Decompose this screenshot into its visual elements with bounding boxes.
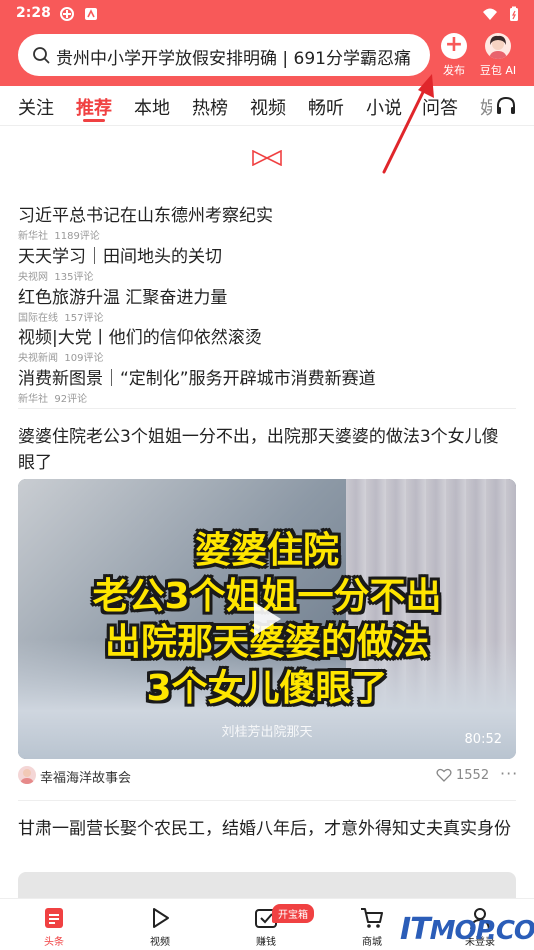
headline-title: 习近平总书记在山东德州考察纪实 bbox=[18, 206, 273, 226]
nav-label: 头条 bbox=[44, 937, 64, 948]
active-tab-indicator bbox=[83, 119, 105, 122]
watermark-logo: ITMOP.COM bbox=[400, 912, 534, 947]
doubao-label: 豆包 AI bbox=[479, 64, 517, 77]
video-caption-line: 婆婆住院 bbox=[194, 530, 339, 571]
doubao-avatar-icon bbox=[485, 33, 511, 59]
video-thumbnail[interactable]: 婆婆住院 老公3个姐姐一分不出 出院那天婆婆的做法 3个女儿傻眼了 刘桂芳出院那… bbox=[18, 479, 516, 759]
article-title[interactable]: 婆婆住院老公3个姐姐一分不出，出院那天婆婆的做法3个女儿傻眼了 bbox=[18, 424, 514, 476]
search-placeholder: 贵州中小学开学放假安排明确 | 691分学霸忍痛 bbox=[56, 49, 411, 69]
treasure-badge[interactable]: 开宝箱 bbox=[272, 904, 314, 923]
doubao-ai-button[interactable]: 豆包 AI bbox=[478, 33, 518, 79]
app-notification-icon bbox=[85, 8, 97, 20]
like-count: 1552 bbox=[456, 768, 490, 783]
tab-follow[interactable]: 关注 bbox=[18, 94, 54, 120]
tab-local[interactable]: 本地 bbox=[134, 94, 170, 120]
divider bbox=[18, 800, 516, 801]
plus-icon: + bbox=[441, 33, 467, 59]
tab-listen[interactable]: 畅听 bbox=[308, 94, 344, 120]
more-icon[interactable]: ··· bbox=[500, 764, 518, 783]
headline-item[interactable]: 消费新图景｜“定制化”服务开辟城市消费新赛道 新华社 92评论 bbox=[18, 364, 518, 405]
video-caption-line: 3个女儿傻眼了 bbox=[146, 668, 388, 709]
article-author-row: 幸福海洋故事会 1552 ··· bbox=[18, 764, 518, 786]
headphone-icon[interactable] bbox=[494, 94, 518, 118]
headline-meta: 新华社 1189评论 bbox=[18, 231, 100, 242]
publish-button[interactable]: + 发布 bbox=[434, 33, 474, 79]
headline-title: 视频|大党丨他们的信仰依然滚烫 bbox=[18, 328, 262, 348]
nav-label: 视频 bbox=[150, 937, 170, 948]
tab-entertainment[interactable]: 娱 bbox=[480, 94, 492, 120]
headline-meta: 新华社 92评论 bbox=[18, 394, 88, 405]
status-bar: 2:28 bbox=[0, 0, 534, 28]
author-name[interactable]: 幸福海洋故事会 bbox=[40, 767, 131, 786]
headline-item[interactable]: 红色旅游升温 汇聚奋进力量 国际在线 157评论 bbox=[18, 283, 518, 324]
author-avatar[interactable] bbox=[18, 766, 36, 784]
divider bbox=[18, 408, 516, 409]
tab-qa[interactable]: 问答 bbox=[422, 94, 458, 120]
home-icon bbox=[45, 908, 63, 928]
publish-label: 发布 bbox=[443, 64, 465, 77]
headline-title: 红色旅游升温 汇聚奋进力量 bbox=[18, 288, 228, 308]
tab-hot-list[interactable]: 热榜 bbox=[192, 94, 228, 120]
article-title[interactable]: 甘肃一副营长娶个农民工，结婚八年后，才意外得知丈夫真实身份 bbox=[18, 816, 514, 842]
nav-label: 赚钱 bbox=[256, 937, 276, 948]
nav-label: 商城 bbox=[362, 937, 382, 948]
headline-item[interactable]: 视频|大党丨他们的信仰依然滚烫 央视新闻 109评论 bbox=[18, 323, 518, 364]
headline-title: 天天学习｜田间地头的关切 bbox=[18, 247, 222, 267]
headline-item[interactable]: 天天学习｜田间地头的关切 央视网 135评论 bbox=[18, 242, 518, 283]
battery-icon bbox=[510, 6, 518, 21]
top-header: 2:28 贵州中小学开学放假安排明确 | 691分学霸忍痛 + 发布 豆包 AI bbox=[0, 0, 534, 86]
headline-title: 消费新图景｜“定制化”服务开辟城市消费新赛道 bbox=[18, 369, 376, 389]
nav-home[interactable]: 头条 bbox=[24, 905, 84, 948]
toutiao-notification-icon bbox=[60, 7, 74, 21]
status-time: 2:28 bbox=[16, 5, 51, 21]
headline-meta: 央视新闻 109评论 bbox=[18, 353, 104, 364]
headline-meta: 央视网 135评论 bbox=[18, 272, 94, 283]
video-duration: 80:52 bbox=[464, 732, 502, 747]
nav-video[interactable]: 视频 bbox=[130, 905, 190, 948]
tab-novel[interactable]: 小说 bbox=[366, 94, 402, 120]
search-icon bbox=[33, 47, 50, 64]
play-icon[interactable] bbox=[250, 599, 284, 639]
search-bar[interactable]: 贵州中小学开学放假安排明确 | 691分学霸忍痛 bbox=[18, 34, 430, 76]
mall-icon bbox=[361, 908, 383, 928]
video-subtitle: 刘桂芳出院那天 bbox=[221, 725, 313, 740]
headline-item[interactable]: 习近平总书记在山东德州考察纪实 新华社 1189评论 bbox=[18, 201, 518, 242]
wifi-icon bbox=[483, 8, 497, 20]
heart-icon[interactable] bbox=[436, 767, 452, 783]
video-icon bbox=[153, 908, 169, 928]
nav-mall[interactable]: 商城 bbox=[342, 905, 402, 948]
bowtie-icon bbox=[252, 150, 282, 166]
tab-recommend[interactable]: 推荐 bbox=[76, 94, 112, 120]
channel-tabs: 关注 推荐 本地 热榜 视频 畅听 小说 问答 娱 bbox=[0, 86, 534, 126]
headline-meta: 国际在线 157评论 bbox=[18, 313, 104, 324]
tab-video[interactable]: 视频 bbox=[250, 94, 286, 120]
